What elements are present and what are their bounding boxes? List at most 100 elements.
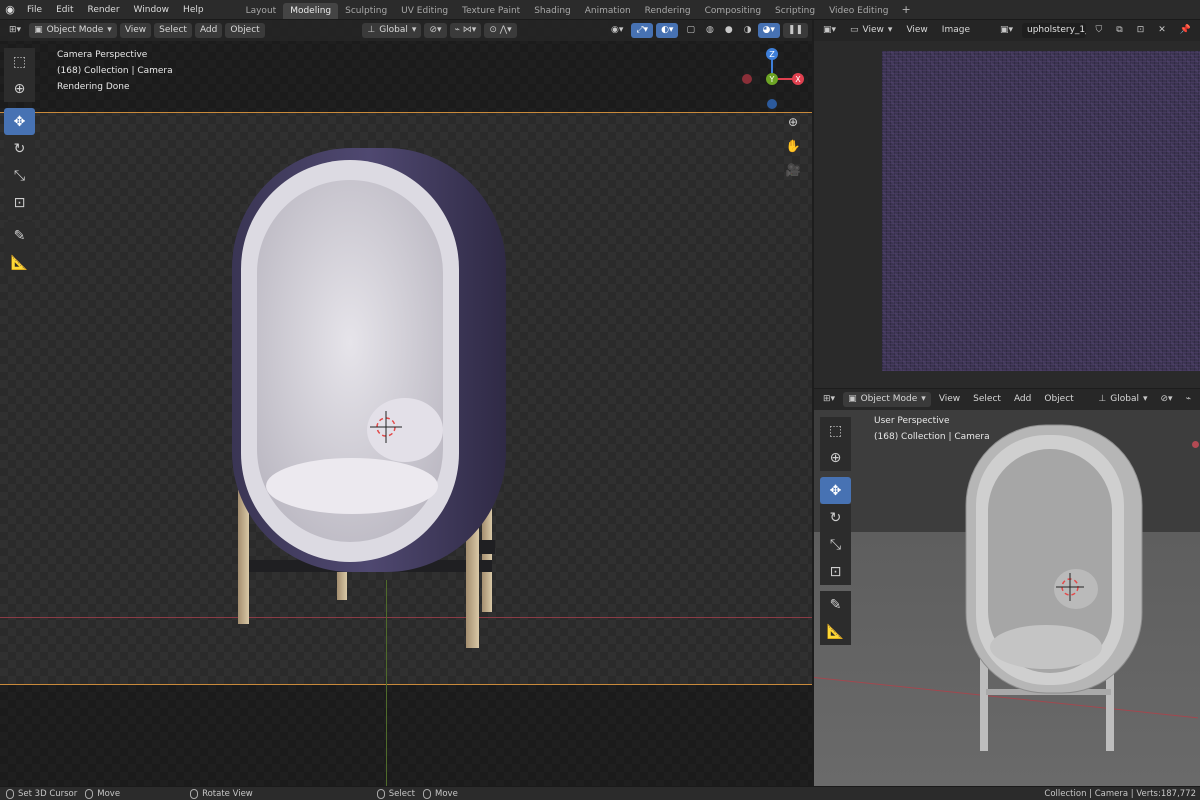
transform-orientation-dropdown[interactable]: ⊥ Global ▾ [1093, 392, 1152, 407]
pivot-point-dropdown[interactable]: ⊘▾ [424, 23, 447, 38]
tab-rendering[interactable]: Rendering [638, 3, 698, 19]
tab-video-editing[interactable]: Video Editing [822, 3, 895, 19]
rendered-chair[interactable] [0, 20, 812, 786]
image-browse-icon[interactable]: ▣▾ [995, 23, 1018, 38]
fake-user-shield-icon[interactable]: ⛉ [1090, 23, 1107, 38]
image-editor[interactable]: ▣▾ ▭View▾ View Image ▣▾ upholstery_1_Bas… [814, 20, 1200, 388]
move-tool-icon[interactable]: ✥ [4, 108, 35, 135]
camera-view-icon[interactable]: 🎥 [784, 162, 802, 178]
mouse-drag-icon [423, 788, 431, 799]
gizmo-neg-x-icon[interactable] [742, 74, 752, 84]
tab-modeling[interactable]: Modeling [283, 2, 339, 19]
viewport-info: Camera Perspective (168) Collection | Ca… [57, 47, 173, 95]
shading-solid-button[interactable]: ● [720, 23, 738, 38]
main-viewport-header: ⊞▾ ▣ Object Mode ▾ View Select Add Object … [0, 20, 812, 41]
mouse-left-icon [6, 788, 14, 799]
duplicate-image-icon[interactable]: ⧉ [1111, 23, 1127, 38]
scale-tool-icon[interactable]: ⤡ [820, 531, 851, 558]
rotate-tool-icon[interactable]: ↻ [820, 504, 851, 531]
transform-tool-icon[interactable]: ⊡ [820, 558, 851, 585]
view-menu[interactable]: View [119, 23, 152, 38]
status-hint-label: Move [97, 788, 121, 799]
xray-toggle[interactable]: ▢ [681, 23, 700, 38]
select-box-tool-icon[interactable]: ⬚ [4, 48, 35, 75]
tab-animation[interactable]: Animation [578, 3, 638, 19]
zoom-icon[interactable]: ⊕ [784, 114, 802, 130]
tool-shelf: ⬚ ⊕ ✥ ↻ ⤡ ⊡ ✎ 📐 [820, 417, 851, 645]
object-mode-dropdown[interactable]: ▣ Object Mode ▾ [29, 23, 117, 38]
shading-material-button[interactable]: ◑ [739, 23, 757, 38]
visibility-dropdown[interactable]: ◉▾ [606, 23, 628, 38]
editor-type-button[interactable]: ⊞▾ [818, 392, 840, 407]
status-hint-label: Select [388, 788, 415, 799]
menu-window[interactable]: Window [127, 0, 177, 20]
measure-tool-icon[interactable]: 📐 [4, 249, 35, 276]
close-image-icon[interactable]: ✕ [1153, 23, 1171, 38]
add-menu[interactable]: Add [194, 23, 223, 38]
proportional-editing-toggle[interactable]: ⊙ ⋀▾ [484, 23, 517, 38]
menu-edit[interactable]: Edit [49, 0, 80, 20]
tab-scripting[interactable]: Scripting [768, 3, 822, 19]
tab-uv-editing[interactable]: UV Editing [394, 3, 455, 19]
tab-texture-paint[interactable]: Texture Paint [455, 3, 527, 19]
image-name-field[interactable]: upholstery_1_Base_... [1021, 23, 1087, 38]
snap-toggle[interactable]: ⌁ [1181, 392, 1196, 407]
transform-tool-icon[interactable]: ⊡ [4, 189, 35, 216]
tab-sculpting[interactable]: Sculpting [338, 3, 394, 19]
menu-render[interactable]: Render [81, 0, 127, 20]
snap-toggle[interactable]: ⌁ ⋈▾ [449, 23, 482, 38]
open-image-icon[interactable]: ⊡ [1132, 23, 1150, 38]
status-hint-rotate-view: Rotate View [190, 788, 253, 799]
annotate-tool-icon[interactable]: ✎ [4, 222, 35, 249]
image-view-menu[interactable]: View [901, 23, 932, 38]
gizmo-toggle[interactable]: ⤢▾ [631, 23, 654, 38]
chair-pillow [1054, 569, 1098, 609]
move-tool-icon[interactable]: ✥ [820, 477, 851, 504]
object-menu[interactable]: Object [1039, 392, 1078, 407]
image-view-mode-dropdown[interactable]: ▭ View ▾ [845, 23, 897, 38]
overlays-toggle[interactable]: ◐▾ [656, 23, 679, 38]
tool-shelf: ⬚ ⊕ ✥ ↻ ⤡ ⊡ ✎ 📐 [4, 48, 35, 276]
viewport-info: User Perspective (168) Collection | Came… [874, 413, 990, 445]
tab-shading[interactable]: Shading [527, 3, 578, 19]
annotate-tool-icon[interactable]: ✎ [820, 591, 851, 618]
solid-chair-model[interactable] [814, 389, 1200, 786]
select-menu[interactable]: Select [154, 23, 192, 38]
cursor-tool-icon[interactable]: ⊕ [820, 444, 851, 471]
transform-orientation-dropdown[interactable]: ⊥ Global ▾ [362, 23, 422, 38]
editor-type-button[interactable]: ⊞▾ [4, 23, 26, 38]
secondary-3d-viewport[interactable]: ⊞▾ ▣ Object Mode ▾ View Select Add Object … [814, 389, 1200, 786]
pan-hand-icon[interactable]: ✋ [784, 138, 802, 154]
chair-seat-cushion [990, 625, 1102, 669]
menu-file[interactable]: File [20, 0, 49, 20]
measure-tool-icon[interactable]: 📐 [820, 618, 851, 645]
viewport-status-label: Rendering Done [57, 82, 130, 92]
view-menu[interactable]: View [934, 392, 965, 407]
image-menu[interactable]: Image [937, 23, 975, 38]
menu-help[interactable]: Help [176, 0, 211, 20]
pause-render-button[interactable]: ❚❚ [782, 23, 808, 38]
select-box-tool-icon[interactable]: ⬚ [820, 417, 851, 444]
navigation-gizmo[interactable]: Z Y X [738, 46, 810, 110]
blender-logo-icon[interactable]: ◉ [0, 0, 20, 20]
rotate-tool-icon[interactable]: ↻ [4, 135, 35, 162]
tab-compositing[interactable]: Compositing [698, 3, 768, 19]
pin-icon[interactable]: 📌 [1175, 23, 1196, 38]
add-menu[interactable]: Add [1009, 392, 1036, 407]
add-workspace-button[interactable]: + [896, 3, 917, 16]
gizmo-y-label: Y [769, 75, 775, 84]
object-mode-label: Object Mode [46, 25, 104, 35]
scale-tool-icon[interactable]: ⤡ [4, 162, 35, 189]
shading-rendered-button[interactable]: ◕▾ [757, 23, 780, 38]
pivot-point-dropdown[interactable]: ⊘▾ [1156, 392, 1178, 407]
status-hint-label: Set 3D Cursor [18, 788, 78, 799]
main-3d-viewport[interactable]: ⊞▾ ▣ Object Mode ▾ View Select Add Object … [0, 20, 812, 786]
gizmo-neg-z-icon[interactable] [767, 99, 777, 109]
object-mode-dropdown[interactable]: ▣ Object Mode ▾ [843, 392, 931, 407]
shading-wireframe-button[interactable]: ◍ [701, 23, 719, 38]
object-menu[interactable]: Object [225, 23, 265, 38]
cursor-tool-icon[interactable]: ⊕ [4, 75, 35, 102]
image-editor-type-button[interactable]: ▣▾ [818, 23, 841, 38]
tab-layout[interactable]: Layout [239, 3, 284, 19]
select-menu[interactable]: Select [968, 392, 1006, 407]
